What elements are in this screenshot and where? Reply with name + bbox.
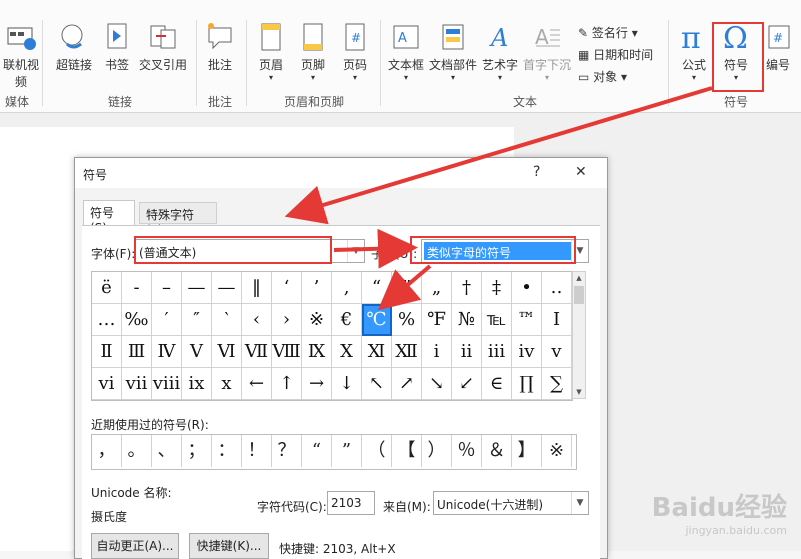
annotation-arrows	[284, 86, 713, 311]
watermark-text: Baidu经验	[651, 493, 787, 523]
arrow-font-to-subset	[333, 228, 418, 269]
arrow-subset-to-symbol	[377, 264, 432, 311]
watermark-subtext: jingyan.baidu.com	[685, 524, 787, 537]
baidu-watermark: Baidu经验 jingyan.baidu.com	[652, 487, 787, 537]
arrow-symbol-to-dialog	[284, 86, 713, 225]
